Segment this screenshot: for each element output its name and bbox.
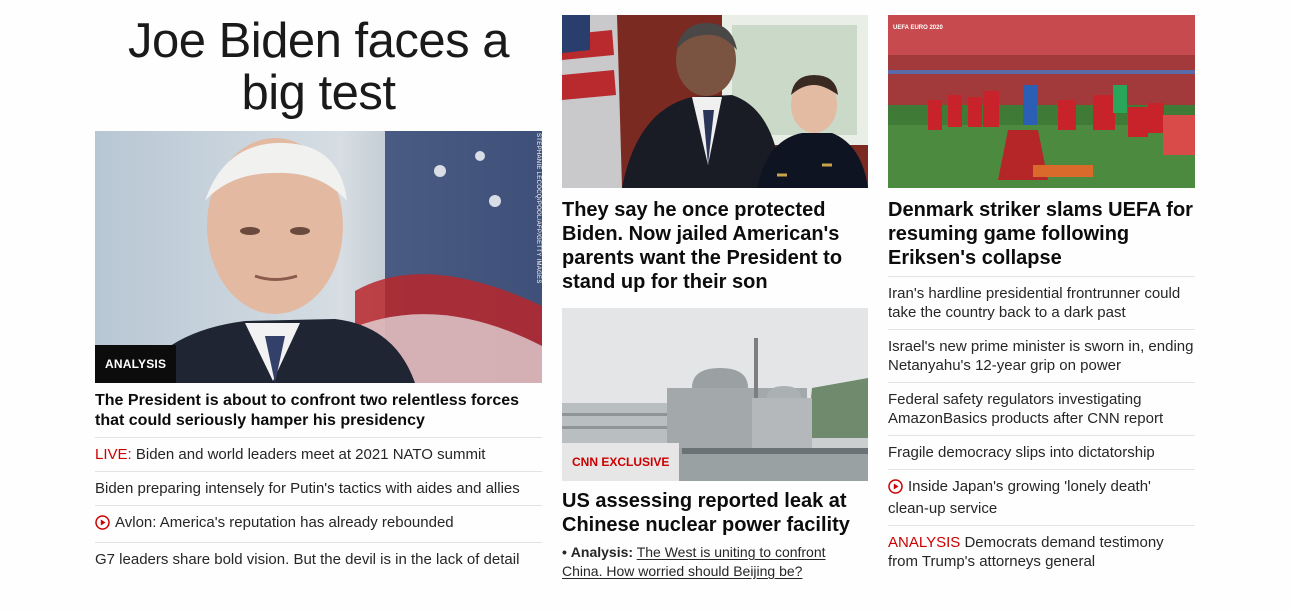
soccer-photo[interactable]: UEFA EURO 2020 — [888, 15, 1195, 188]
link-text: Iran's hardline presidential frontrunner… — [888, 285, 1181, 321]
list-item[interactable]: ANALYSIS Democrats demand testimony from… — [888, 525, 1195, 578]
play-video-icon — [888, 479, 903, 499]
link-text: Biden preparing intensely for Putin's ta… — [95, 480, 520, 497]
list-item[interactable]: LIVE: Biden and world leaders meet at 20… — [95, 437, 542, 471]
link-text: Avlon: America's reputation has already … — [115, 514, 454, 531]
list-item[interactable]: Inside Japan's growing 'lonely death' cl… — [888, 469, 1195, 525]
analysis-label: Analysis: — [570, 544, 634, 560]
soccer-photo-image — [888, 15, 1195, 188]
bullet: • — [562, 544, 567, 560]
headline-list: Iran's hardline presidential frontrunner… — [888, 276, 1195, 578]
biden-photo[interactable]: STEPHANIE LECOCQ/POOL/AFP/GETTY IMAGES A… — [95, 131, 542, 383]
list-item[interactable]: Fragile democracy slips into dictatorshi… — [888, 435, 1195, 469]
analysis-badge: ANALYSIS — [95, 345, 177, 383]
link-text: Biden and world leaders meet at 2021 NAT… — [135, 446, 486, 463]
top-headline[interactable]: Joe Biden faces a big test — [95, 15, 542, 119]
link-text: Israel's new prime minister is sworn in,… — [888, 338, 1194, 374]
obama-photo[interactable] — [562, 15, 868, 188]
list-item[interactable]: G7 leaders share bold vision. But the de… — [95, 542, 542, 576]
column-middle: They say he once protected Biden. Now ja… — [562, 0, 868, 581]
live-label: LIVE: — [95, 446, 132, 463]
cnn-exclusive-badge: CNN EXCLUSIVE — [562, 443, 680, 481]
euro-overlay-text: UEFA EURO 2020 — [893, 25, 943, 31]
play-video-icon — [95, 515, 110, 535]
link-text: Inside Japan's growing 'lonely death' cl… — [888, 478, 1151, 517]
list-item[interactable]: Israel's new prime minister is sworn in,… — [888, 329, 1195, 382]
analysis-sublink[interactable]: • Analysis: The West is uniting to confr… — [562, 543, 868, 581]
obama-photo-image — [562, 15, 868, 188]
link-text: G7 leaders share bold vision. But the de… — [95, 551, 520, 568]
list-item[interactable]: Iran's hardline presidential frontrunner… — [888, 276, 1195, 329]
photo-credit: STEPHANIE LECOCQ/POOL/AFP/GETTY IMAGES — [535, 133, 541, 284]
related-links-list: LIVE: Biden and world leaders meet at 20… — [95, 437, 542, 576]
column-right: UEFA EURO 2020 Denmark striker slams UEF… — [888, 0, 1195, 578]
analysis-label: ANALYSIS — [888, 534, 961, 551]
story-title[interactable]: Denmark striker slams UEFA for resuming … — [888, 198, 1195, 270]
column-top-story: Joe Biden faces a big test STEPHANIE LEC… — [95, 0, 542, 576]
link-text: Federal safety regulators investigating … — [888, 391, 1164, 427]
link-text: Fragile democracy slips into dictatorshi… — [888, 444, 1155, 461]
list-item[interactable]: Avlon: America's reputation has already … — [95, 505, 542, 542]
list-item[interactable]: Federal safety regulators investigating … — [888, 382, 1195, 435]
story-title[interactable]: They say he once protected Biden. Now ja… — [562, 198, 868, 294]
lead-story-title[interactable]: The President is about to confront two r… — [95, 391, 542, 431]
story-title[interactable]: US assessing reported leak at Chinese nu… — [562, 489, 868, 537]
nuclear-plant-photo[interactable]: CNN EXCLUSIVE — [562, 308, 868, 481]
list-item[interactable]: Biden preparing intensely for Putin's ta… — [95, 471, 542, 505]
